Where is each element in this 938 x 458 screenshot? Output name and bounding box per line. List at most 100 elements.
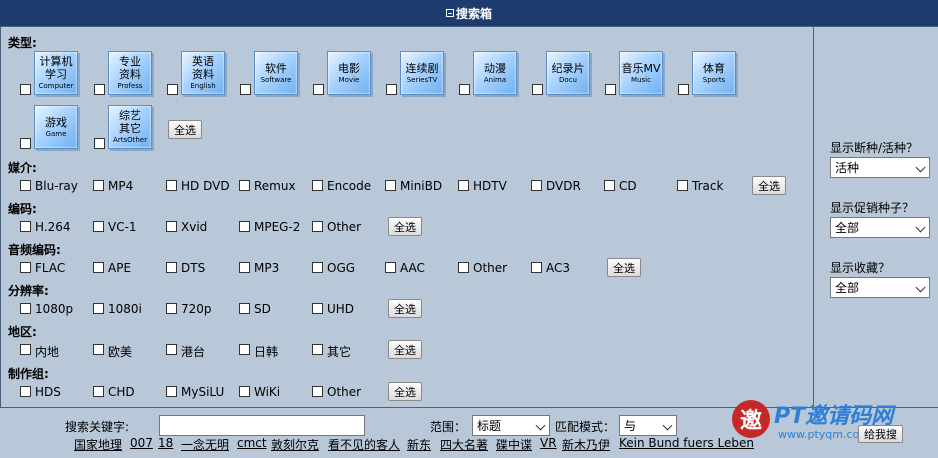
type-tile-sports[interactable]: 体育 Sports [692, 51, 736, 95]
type-checkbox[interactable] [20, 84, 31, 95]
type-checkbox[interactable] [313, 84, 324, 95]
team-checkbox[interactable] [239, 386, 250, 397]
resolution-label: 分辨率: [8, 284, 49, 298]
media-checkbox[interactable] [458, 180, 469, 191]
hot-keyword-link[interactable]: 新东 [407, 436, 431, 453]
type-tile-docu[interactable]: 纪录片 Docu [546, 51, 590, 95]
media-option: MiniBD [400, 179, 443, 193]
type-checkbox[interactable] [532, 84, 543, 95]
media-checkbox[interactable] [239, 180, 250, 191]
media-checkbox[interactable] [20, 180, 31, 191]
codec-checkbox[interactable] [93, 221, 104, 232]
type-tile-game[interactable]: 游戏 Game [34, 105, 78, 149]
region-option: 内地 [35, 345, 60, 359]
team-checkbox[interactable] [20, 386, 31, 397]
audio-checkbox[interactable] [458, 262, 469, 273]
type-tile-label: 英语 [192, 55, 214, 68]
audio-checkbox[interactable] [239, 262, 250, 273]
media-checkbox[interactable] [312, 180, 323, 191]
hot-keyword-link[interactable]: 一念无明 [181, 436, 229, 453]
type-tile-profess[interactable]: 专业 资料 Profess [108, 51, 152, 95]
team-checkbox[interactable] [93, 386, 104, 397]
hot-keyword-link[interactable]: 看不见的客人 [328, 436, 400, 453]
type-tile-movie[interactable]: 电影 Movie [327, 51, 371, 95]
hot-keyword-link[interactable]: 新木乃伊 [562, 436, 610, 453]
media-checkbox[interactable] [604, 180, 615, 191]
type-checkbox[interactable] [20, 138, 31, 149]
type-checkbox[interactable] [94, 138, 105, 149]
search-box-header[interactable]: 搜索箱 [0, 0, 938, 26]
hot-keyword-link[interactable]: cmct [237, 436, 267, 450]
resolution-checkbox[interactable] [93, 303, 104, 314]
hot-keyword-link[interactable]: VR [540, 436, 557, 450]
type-checkbox[interactable] [605, 84, 616, 95]
resolution-checkbox[interactable] [166, 303, 177, 314]
media-option: Encode [327, 179, 372, 193]
type-checkbox[interactable] [459, 84, 470, 95]
region-checkbox[interactable] [166, 344, 177, 355]
resolution-select-all-button[interactable]: 全选 [388, 299, 422, 318]
hot-keyword-link[interactable]: 敦刻尔克 [271, 436, 319, 453]
audio-checkbox[interactable] [20, 262, 31, 273]
codec-select-all-button[interactable]: 全选 [388, 217, 422, 236]
type-checkbox[interactable] [94, 84, 105, 95]
type-checkbox[interactable] [678, 84, 689, 95]
resolution-checkbox[interactable] [312, 303, 323, 314]
type-tile-english[interactable]: 英语 资料 English [181, 51, 225, 95]
type-tile-computer[interactable]: 计算机 学习 Computer [34, 51, 78, 95]
hot-keyword-link[interactable]: 国家地理 [74, 436, 122, 453]
type-tile-label: 游戏 [45, 115, 67, 129]
team-checkbox[interactable] [166, 386, 177, 397]
hot-keyword-link[interactable]: 碟中谍 [496, 436, 532, 453]
resolution-checkbox[interactable] [239, 303, 250, 314]
codec-checkbox[interactable] [239, 221, 250, 232]
type-checkbox[interactable] [386, 84, 397, 95]
audio-checkbox[interactable] [93, 262, 104, 273]
region-checkbox[interactable] [239, 344, 250, 355]
team-checkbox[interactable] [312, 386, 323, 397]
match-mode-select[interactable]: 与 [619, 415, 677, 436]
region-checkbox[interactable] [312, 344, 323, 355]
promo-select[interactable]: 全部 [830, 217, 930, 238]
type-tile-software[interactable]: 软件 Software [254, 51, 298, 95]
media-checkbox[interactable] [385, 180, 396, 191]
hot-keyword-link[interactable]: 四大名著 [440, 436, 488, 453]
team-select-all-button[interactable]: 全选 [388, 382, 422, 401]
codec-checkbox[interactable] [312, 221, 323, 232]
team-option: CHD [108, 385, 135, 399]
audio-checkbox[interactable] [531, 262, 542, 273]
media-checkbox[interactable] [166, 180, 177, 191]
search-submit-button[interactable]: 给我搜 [858, 425, 903, 443]
region-select-all-button[interactable]: 全选 [388, 340, 422, 359]
type-checkbox[interactable] [240, 84, 251, 95]
hot-keyword-link[interactable]: 18 [158, 436, 173, 450]
region-checkbox[interactable] [20, 344, 31, 355]
media-select-all-button[interactable]: 全选 [752, 176, 786, 195]
type-tile-artsother[interactable]: 综艺 其它 ArtsOther [108, 105, 152, 149]
media-checkbox[interactable] [677, 180, 688, 191]
hot-keyword-link[interactable]: 007 [130, 436, 153, 450]
codec-checkbox[interactable] [20, 221, 31, 232]
media-checkbox[interactable] [531, 180, 542, 191]
search-box-title: 搜索箱 [455, 6, 492, 21]
type-select-all-button[interactable]: 全选 [168, 120, 202, 139]
keyword-input[interactable] [159, 415, 365, 436]
type-tile-seriestv[interactable]: 连续剧 SeriesTV [400, 51, 444, 95]
audio-select-all-button[interactable]: 全选 [607, 258, 641, 277]
resolution-checkbox[interactable] [20, 303, 31, 314]
region-checkbox[interactable] [93, 344, 104, 355]
type-tile-music[interactable]: 音乐MV Music [619, 51, 663, 95]
bookmark-select[interactable]: 全部 [830, 277, 930, 298]
codec-checkbox[interactable] [166, 221, 177, 232]
type-checkbox[interactable] [167, 84, 178, 95]
type-tile-anima[interactable]: 动漫 Anima [473, 51, 517, 95]
audio-checkbox[interactable] [312, 262, 323, 273]
type-tile-english: Music [631, 75, 651, 84]
audio-checkbox[interactable] [166, 262, 177, 273]
audio-checkbox[interactable] [385, 262, 396, 273]
region-option: 其它 [327, 345, 352, 359]
scope-select[interactable]: 标题 [472, 415, 550, 436]
media-checkbox[interactable] [93, 180, 104, 191]
collapse-icon[interactable] [445, 9, 454, 17]
dead-torrent-select[interactable]: 活种 [830, 157, 930, 178]
